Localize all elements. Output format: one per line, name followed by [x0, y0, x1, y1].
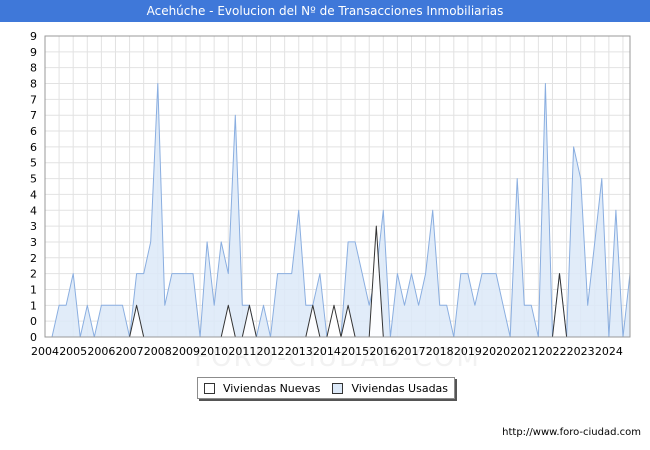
- y-tick-label: 1: [30, 299, 37, 312]
- source-url: http://www.foro-ciudad.com: [502, 427, 641, 438]
- x-tick-label: 2004: [31, 345, 59, 358]
- y-tick-label: 9: [30, 46, 37, 59]
- y-tick-label: 8: [30, 78, 37, 91]
- x-tick-label: 2019: [454, 345, 482, 358]
- x-tick-label: 2017: [398, 345, 426, 358]
- y-tick-label: 7: [30, 93, 37, 106]
- y-tick-label: 8: [30, 62, 37, 75]
- x-tick-label: 2014: [313, 345, 341, 358]
- y-tick-label: 6: [30, 125, 37, 138]
- y-tick-label: 3: [30, 220, 37, 233]
- x-tick-label: 2006: [87, 345, 115, 358]
- x-tick-label: 2013: [285, 345, 313, 358]
- y-tick-label: 0: [30, 315, 37, 328]
- x-tick-label: 2011: [228, 345, 256, 358]
- y-tick-label: 1: [30, 283, 37, 296]
- legend: Viviendas Nuevas Viviendas Usadas: [197, 377, 455, 399]
- y-tick-label: 0: [30, 331, 37, 344]
- x-tick-label: 2012: [257, 345, 285, 358]
- y-tick-label: 4: [30, 204, 37, 217]
- y-tick-label: 7: [30, 109, 37, 122]
- x-tick-label: 2024: [595, 345, 623, 358]
- x-tick-label: 2022: [538, 345, 566, 358]
- x-tick-label: 2010: [200, 345, 228, 358]
- y-tick-label: 3: [30, 236, 37, 249]
- legend-swatch-nuevas: [203, 382, 215, 394]
- x-tick-label: 2018: [426, 345, 454, 358]
- y-tick-label: 9: [30, 30, 37, 43]
- x-tick-label: 2023: [567, 345, 595, 358]
- y-axis-ticks: 0 0 1 1 2 2 3 3 4 4 5 5 6 6 7 7 8 8 9 9: [30, 30, 37, 344]
- x-tick-label: 2005: [59, 345, 87, 358]
- legend-entry-nuevas: Viviendas Nuevas: [203, 381, 321, 395]
- y-tick-label: 2: [30, 252, 37, 265]
- x-tick-label: 2021: [510, 345, 538, 358]
- x-tick-label: 2008: [144, 345, 172, 358]
- y-tick-label: 5: [30, 173, 37, 186]
- legend-label-usadas: Viviendas Usadas: [351, 381, 449, 395]
- legend-swatch-usadas: [332, 382, 344, 394]
- y-tick-label: 4: [30, 188, 37, 201]
- y-tick-label: 6: [30, 141, 37, 154]
- y-tick-label: 5: [30, 157, 37, 170]
- y-tick-label: 2: [30, 268, 37, 281]
- legend-entry-usadas: Viviendas Usadas: [332, 382, 448, 395]
- x-tick-label: 2009: [172, 345, 200, 358]
- x-tick-label: 2015: [341, 345, 369, 358]
- legend-label-nuevas: Viviendas Nuevas: [222, 381, 321, 395]
- x-axis-ticks: 2004 2005 2006 2007 2008 2009 2010 2011 2012 2013…: [31, 345, 623, 358]
- x-tick-label: 2016: [369, 345, 397, 358]
- x-tick-label: 2020: [482, 345, 510, 358]
- x-tick-label: 2007: [116, 345, 144, 358]
